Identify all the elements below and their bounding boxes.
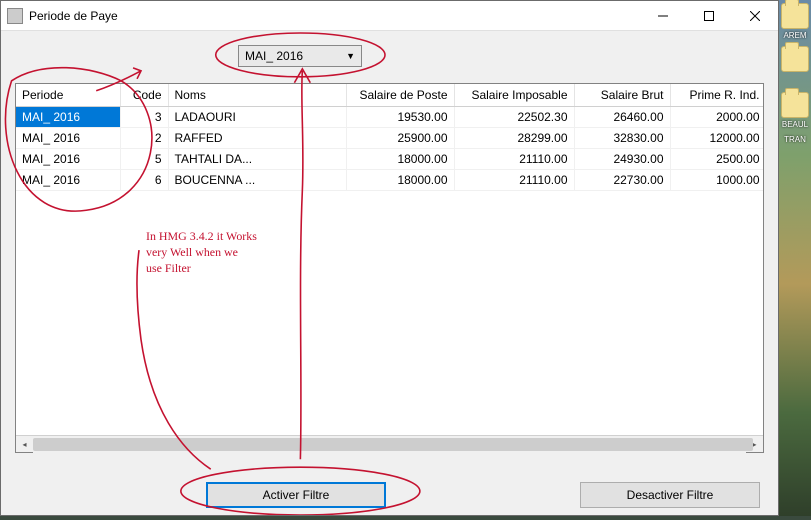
col-noms[interactable]: Noms (168, 84, 346, 106)
table-row[interactable]: MAI_ 20165TAHTALI DA...18000.0021110.002… (16, 148, 763, 169)
desktop-strip: AREM BEAUL TRAN (779, 0, 811, 516)
cell-periode[interactable]: MAI_ 2016 (16, 169, 120, 190)
data-grid[interactable]: Periode Code Noms Salaire de Poste Salai… (15, 83, 764, 453)
deactivate-filter-label: Desactiver Filtre (627, 488, 714, 502)
cell-prime[interactable]: 2500.00 (670, 148, 763, 169)
close-icon (750, 11, 760, 21)
titlebar: Periode de Paye (1, 1, 778, 31)
cell-prime[interactable]: 2000.00 (670, 106, 763, 127)
cell-poste[interactable]: 25900.00 (346, 127, 454, 148)
activate-filter-label: Activer Filtre (263, 488, 330, 502)
table-row[interactable]: MAI_ 20163LADAOURI19530.0022502.3026460.… (16, 106, 763, 127)
period-select-value: MAI_ 2016 (245, 49, 303, 63)
cell-imposable[interactable]: 22502.30 (454, 106, 574, 127)
cell-brut[interactable]: 24930.00 (574, 148, 670, 169)
table-row[interactable]: MAI_ 20162RAFFED25900.0028299.0032830.00… (16, 127, 763, 148)
col-prime[interactable]: Prime R. Ind. (670, 84, 763, 106)
cell-code[interactable]: 6 (120, 169, 168, 190)
annotation-arrowhead-long (294, 69, 310, 83)
app-window: Periode de Paye MAI_ 2016 ▼ (0, 0, 779, 516)
desktop-folder-icon[interactable] (781, 3, 809, 29)
chevron-down-icon: ▼ (346, 51, 355, 61)
col-code[interactable]: Code (120, 84, 168, 106)
maximize-icon (704, 11, 714, 21)
cell-noms[interactable]: TAHTALI DA... (168, 148, 346, 169)
deactivate-filter-button[interactable]: Desactiver Filtre (580, 482, 760, 508)
cell-periode[interactable]: MAI_ 2016 (16, 127, 120, 148)
window-title: Periode de Paye (29, 9, 640, 23)
minimize-button[interactable] (640, 1, 686, 30)
col-imposable[interactable]: Salaire Imposable (454, 84, 574, 106)
activate-filter-button[interactable]: Activer Filtre (206, 482, 386, 508)
cell-noms[interactable]: BOUCENNA ... (168, 169, 346, 190)
col-periode[interactable]: Periode (16, 84, 120, 106)
desktop-folder-icon[interactable] (781, 46, 809, 72)
scroll-thumb[interactable] (33, 438, 753, 451)
annotation-arrowhead-short (133, 68, 141, 79)
cell-imposable[interactable]: 21110.00 (454, 148, 574, 169)
close-button[interactable] (732, 1, 778, 30)
scroll-left-arrow-icon[interactable]: ◂ (16, 436, 33, 453)
desktop-folder-label: BEAUL (779, 120, 811, 129)
cell-brut[interactable]: 32830.00 (574, 127, 670, 148)
cell-poste[interactable]: 19530.00 (346, 106, 454, 127)
cell-noms[interactable]: LADAOURI (168, 106, 346, 127)
cell-periode[interactable]: MAI_ 2016 (16, 148, 120, 169)
cell-periode[interactable]: MAI_ 2016 (16, 106, 120, 127)
period-select[interactable]: MAI_ 2016 ▼ (238, 45, 362, 67)
cell-prime[interactable]: 1000.00 (670, 169, 763, 190)
desktop-folder-icon[interactable] (781, 92, 809, 118)
cell-imposable[interactable]: 28299.00 (454, 127, 574, 148)
grid-header-row: Periode Code Noms Salaire de Poste Salai… (16, 84, 763, 106)
window-content: MAI_ 2016 ▼ Periode Code Noms Sala (1, 31, 778, 515)
table-row[interactable]: MAI_ 20166BOUCENNA ...18000.0021110.0022… (16, 169, 763, 190)
cell-poste[interactable]: 18000.00 (346, 169, 454, 190)
cell-poste[interactable]: 18000.00 (346, 148, 454, 169)
cell-prime[interactable]: 12000.00 (670, 127, 763, 148)
app-icon (7, 8, 23, 24)
scroll-track[interactable] (33, 436, 746, 453)
cell-code[interactable]: 3 (120, 106, 168, 127)
maximize-button[interactable] (686, 1, 732, 30)
cell-code[interactable]: 5 (120, 148, 168, 169)
desktop-folder-label: AREM (779, 31, 811, 40)
cell-noms[interactable]: RAFFED (168, 127, 346, 148)
col-brut[interactable]: Salaire Brut (574, 84, 670, 106)
minimize-icon (658, 11, 668, 21)
desktop-folder-label: TRAN (779, 135, 811, 144)
horizontal-scrollbar[interactable]: ◂ ▸ (16, 435, 763, 452)
cell-code[interactable]: 2 (120, 127, 168, 148)
cell-brut[interactable]: 22730.00 (574, 169, 670, 190)
cell-brut[interactable]: 26460.00 (574, 106, 670, 127)
cell-imposable[interactable]: 21110.00 (454, 169, 574, 190)
col-poste[interactable]: Salaire de Poste (346, 84, 454, 106)
